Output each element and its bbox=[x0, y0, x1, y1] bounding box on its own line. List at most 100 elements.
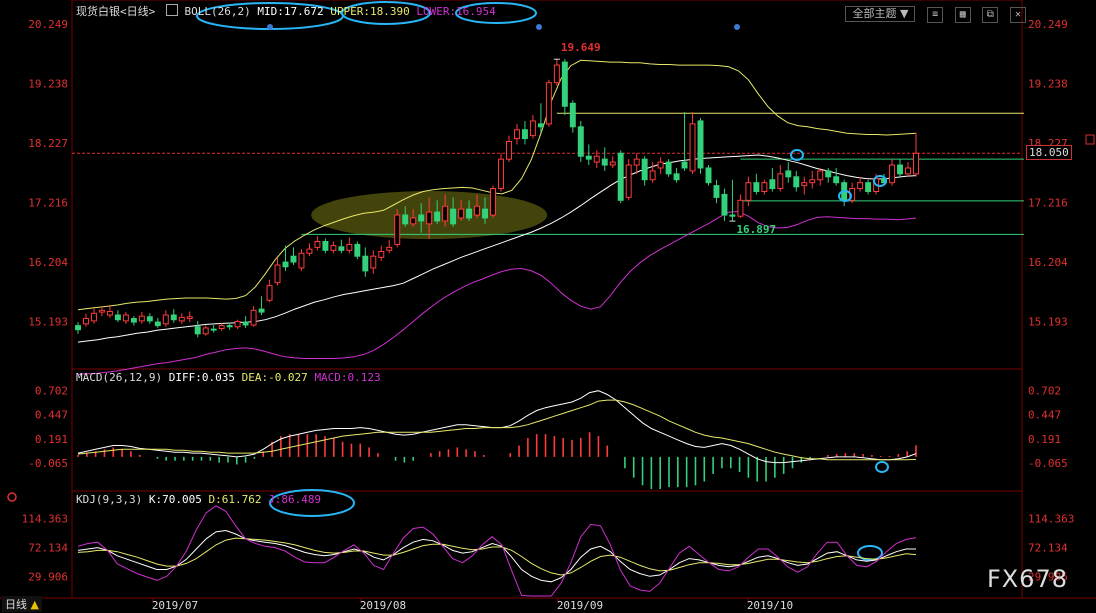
period-selector[interactable]: 日线 ▲ bbox=[2, 596, 42, 612]
arrange-icon[interactable]: ▦ bbox=[954, 7, 971, 23]
candle-up bbox=[529, 120, 536, 137]
annotation-circle bbox=[875, 461, 889, 473]
candle-down bbox=[450, 208, 457, 225]
candle-up bbox=[306, 248, 313, 254]
alert-icon bbox=[1085, 134, 1095, 145]
chart-title: 现货白银<日线> bbox=[76, 5, 156, 18]
candle-up bbox=[90, 312, 97, 322]
candle-up bbox=[737, 199, 744, 217]
j-label: J:86.489 bbox=[268, 493, 322, 506]
upper-label: UPPER:18.390 bbox=[330, 5, 410, 18]
candle-up bbox=[745, 182, 752, 201]
candle-up bbox=[410, 217, 417, 225]
candle-down bbox=[665, 161, 672, 175]
candle-up bbox=[474, 205, 481, 216]
y-tick-label-right: 19.238 bbox=[1028, 77, 1068, 90]
max-price-label: 19.649 bbox=[561, 41, 601, 54]
close-icon[interactable]: ✕ bbox=[1010, 7, 1026, 23]
candle-up bbox=[777, 173, 784, 190]
y-tick-label-right: 15.193 bbox=[1028, 315, 1068, 328]
candle-down bbox=[354, 243, 361, 257]
kdj-line-j bbox=[77, 505, 917, 597]
theme-select-label: 全部主题 bbox=[852, 7, 897, 20]
candle-down bbox=[75, 325, 81, 331]
y-tick-label-left: 18.227 bbox=[28, 137, 68, 150]
candle-up bbox=[649, 170, 656, 181]
candle-down bbox=[482, 208, 489, 219]
theme-select-button[interactable]: 全部主题 ▼ bbox=[845, 6, 916, 22]
d-label: D:61.762 bbox=[208, 493, 262, 506]
candle-up bbox=[314, 240, 321, 248]
candle-down bbox=[793, 176, 800, 188]
candle-down bbox=[721, 193, 728, 216]
candle-down bbox=[402, 214, 409, 225]
settings-icon bbox=[7, 492, 17, 502]
candle-up bbox=[633, 158, 640, 166]
candle-up bbox=[426, 211, 433, 225]
candle-up bbox=[330, 245, 337, 251]
candle-down bbox=[785, 170, 792, 178]
macd-label: MACD(26,12,9) bbox=[76, 371, 163, 384]
candle-down bbox=[585, 155, 592, 160]
candle-down bbox=[753, 182, 760, 192]
candle-down bbox=[466, 208, 473, 219]
boll-icon bbox=[165, 4, 178, 16]
last-price-box: 18.050 bbox=[1026, 145, 1072, 160]
macd-y-tick-left: 0.702 bbox=[35, 384, 68, 397]
candle-up bbox=[490, 188, 496, 216]
price-legend: 现货白银<日线> BOLL(26,2) MID:17.672 UPPER:18.… bbox=[76, 3, 496, 19]
macd-y-tick-left: -0.065 bbox=[28, 457, 68, 470]
candle-up bbox=[266, 285, 273, 301]
min-price-label: 16.897 bbox=[736, 223, 776, 236]
candle-up bbox=[905, 167, 911, 175]
macd-y-tick-left: 0.191 bbox=[35, 433, 68, 446]
toolbar: 全部主题 ▼ ≡ ▦ ⧉ ✕ bbox=[843, 2, 1026, 23]
list-icon[interactable]: ≡ bbox=[927, 7, 944, 23]
k-label: K:70.005 bbox=[148, 493, 202, 506]
candle-down bbox=[242, 321, 249, 326]
marker-dot bbox=[734, 24, 740, 30]
candle-down bbox=[258, 308, 265, 313]
candle-up bbox=[505, 141, 512, 160]
candle-down bbox=[577, 126, 584, 157]
candle-up bbox=[857, 182, 864, 190]
candle-up bbox=[178, 316, 185, 322]
period-label: 日线 bbox=[5, 598, 27, 611]
candle-up bbox=[593, 155, 600, 163]
candle-down bbox=[705, 167, 712, 184]
candle-down bbox=[290, 255, 297, 263]
candle-up bbox=[162, 314, 169, 325]
restore-icon[interactable]: ⧉ bbox=[982, 7, 999, 23]
candle-up bbox=[274, 264, 281, 284]
candle-up bbox=[234, 320, 241, 328]
candle-down bbox=[569, 102, 576, 128]
candle-down bbox=[825, 170, 832, 178]
candle-up bbox=[442, 205, 449, 222]
x-tick-label: 2019/10 bbox=[747, 599, 793, 612]
candle-down bbox=[641, 158, 648, 181]
candle-up bbox=[657, 161, 664, 169]
candle-up bbox=[386, 246, 393, 251]
candle-up bbox=[370, 255, 377, 269]
candle-down bbox=[146, 316, 153, 322]
candle-down bbox=[601, 158, 608, 166]
candle-down bbox=[362, 255, 369, 272]
candle-up bbox=[761, 182, 768, 192]
macd-value-label: MACD:0.123 bbox=[314, 371, 381, 384]
macd-y-tick-right: -0.065 bbox=[1028, 457, 1068, 470]
candle-down bbox=[833, 176, 840, 184]
candle-up bbox=[202, 327, 209, 335]
chart-canvas: 20.249 20.24919.238 19.23818.227 18.22717.2… bbox=[0, 0, 1096, 612]
chevron-down-icon: ▼ bbox=[899, 7, 909, 20]
kdj-line-k bbox=[77, 529, 916, 583]
candle-up bbox=[545, 82, 552, 125]
y-tick-label-left: 20.249 bbox=[28, 18, 68, 31]
candle-up bbox=[218, 325, 225, 330]
y-tick-label-right: 17.216 bbox=[1028, 196, 1068, 209]
kdj-y-tick-right: 114.363 bbox=[1028, 513, 1074, 526]
macd-legend: MACD(26,12,9) DIFF:0.035 DEA:-0.027 MACD… bbox=[76, 371, 381, 384]
kdj-line-d bbox=[77, 537, 917, 576]
candle-up bbox=[250, 309, 257, 326]
candle-up bbox=[553, 64, 560, 84]
macd-y-tick-right: 0.702 bbox=[1028, 384, 1061, 397]
